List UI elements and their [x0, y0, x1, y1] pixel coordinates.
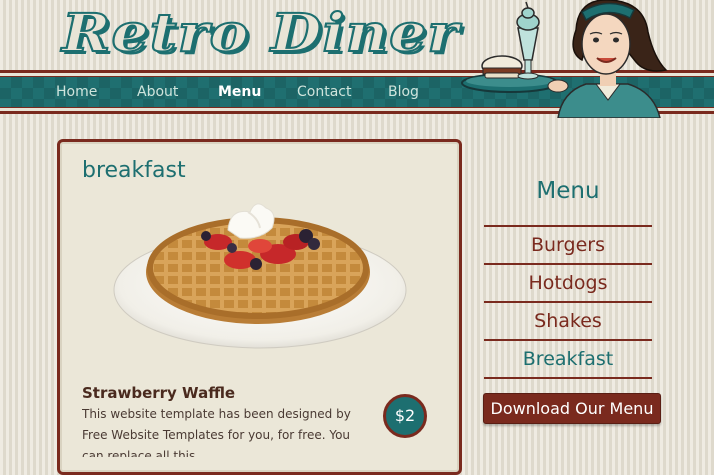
- sidebar-item-label[interactable]: Hotdogs: [528, 272, 607, 294]
- section-title: breakfast: [82, 158, 186, 183]
- nav-blog[interactable]: Blog: [388, 77, 419, 107]
- sidebar-item-label[interactable]: Breakfast: [523, 348, 613, 370]
- main-nav: Home About Menu Contact Blog: [0, 77, 460, 107]
- nav-menu[interactable]: Menu: [218, 77, 261, 107]
- waffle-image: [113, 203, 407, 349]
- nav-home[interactable]: Home: [56, 77, 97, 107]
- sidebar-menu: Burgers Hotdogs Shakes Breakfast: [484, 225, 652, 379]
- sidebar-item-breakfast[interactable]: Breakfast: [484, 339, 652, 377]
- sidebar-item-hotdogs[interactable]: Hotdogs: [484, 263, 652, 301]
- sidebar-item-shakes[interactable]: Shakes: [484, 301, 652, 339]
- sidebar-title: Menu: [536, 178, 600, 204]
- download-menu-button[interactable]: Download Our Menu: [483, 393, 661, 424]
- site-header: Retro Diner Home About Menu Contact Blog: [0, 0, 714, 118]
- nav-about[interactable]: About: [137, 77, 178, 107]
- price-badge: $2: [383, 394, 427, 438]
- sidebar-divider: [484, 377, 652, 379]
- site-logo[interactable]: Retro Diner: [61, 2, 459, 66]
- sidebar-item-label[interactable]: Shakes: [534, 310, 602, 332]
- sidebar-item-burgers[interactable]: Burgers: [484, 225, 652, 263]
- sidebar-item-label[interactable]: Burgers: [531, 234, 605, 256]
- item-description: This website template has been designed …: [82, 407, 351, 457]
- nav-contact[interactable]: Contact: [297, 77, 351, 107]
- item-name: Strawberry Waffle: [82, 384, 236, 402]
- waitress-illustration: [461, 0, 668, 118]
